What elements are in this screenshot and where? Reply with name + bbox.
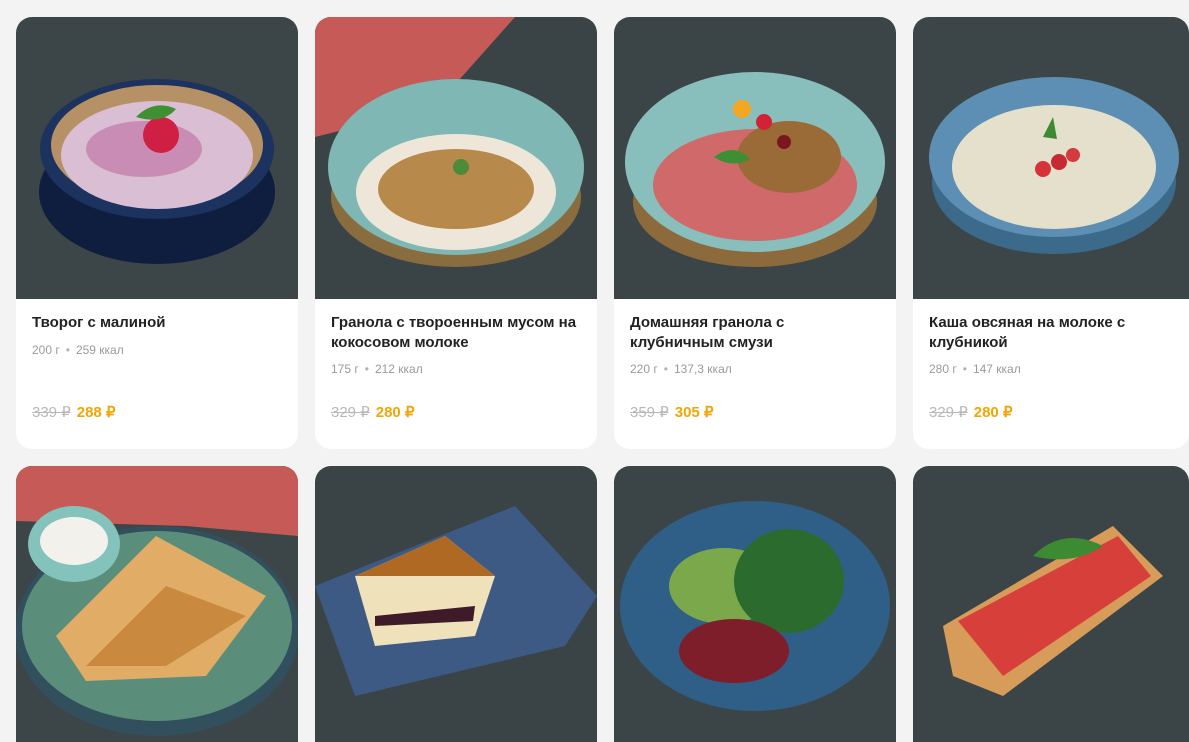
- product-card[interactable]: [315, 466, 597, 742]
- product-kcal: 259 ккал: [75, 343, 124, 357]
- product-kcal: 212 ккал: [374, 362, 423, 376]
- current-price: 280 ₽: [375, 404, 415, 421]
- product-card[interactable]: Гранола с твороенным мусом на кокосовом …: [315, 17, 597, 449]
- bruschetta-photo[interactable]: [913, 466, 1189, 742]
- product-title[interactable]: Домашняя гранола с клубничным смузи: [630, 313, 882, 353]
- current-price: 305 ₽: [674, 404, 714, 421]
- product-card[interactable]: [16, 466, 298, 742]
- granola-coconut-photo[interactable]: [315, 17, 597, 299]
- old-price: 329 ₽: [929, 404, 968, 421]
- old-price: 359 ₽: [630, 404, 669, 421]
- current-price: 288 ₽: [76, 404, 116, 421]
- product-card[interactable]: Творог с малиной 200 г • 259 ккал 339 ₽ 288…: [16, 17, 298, 449]
- casserole-photo[interactable]: [315, 466, 597, 742]
- product-weight: 220 г: [630, 362, 658, 376]
- separator-dot: •: [65, 343, 70, 357]
- product-meta: 175 г • 212 ккал: [331, 362, 423, 376]
- product-meta: 200 г • 259 ккал: [32, 343, 124, 357]
- oatmeal-strawberry-photo[interactable]: [913, 17, 1189, 299]
- product-meta: 280 г • 147 ккал: [929, 362, 1021, 376]
- product-weight: 280 г: [929, 362, 957, 376]
- separator-dot: •: [364, 362, 369, 376]
- product-card[interactable]: [614, 466, 896, 742]
- cottage-cheese-raspberry-photo[interactable]: [16, 17, 298, 299]
- product-price: 359 ₽ 305 ₽: [630, 403, 714, 421]
- old-price: 339 ₽: [32, 404, 71, 421]
- product-grid: Творог с малиной 200 г • 259 ккал 339 ₽ 288…: [0, 0, 1189, 742]
- pancakes-photo[interactable]: [16, 466, 298, 742]
- product-title[interactable]: Творог с малиной: [32, 313, 284, 333]
- separator-dot: •: [962, 362, 967, 376]
- salad-photo[interactable]: [614, 466, 896, 742]
- product-kcal: 147 ккал: [972, 362, 1021, 376]
- granola-smoothie-photo[interactable]: [614, 17, 896, 299]
- old-price: 329 ₽: [331, 404, 370, 421]
- product-title[interactable]: Гранола с твороенным мусом на кокосовом …: [331, 313, 583, 353]
- product-price: 329 ₽ 280 ₽: [331, 403, 415, 421]
- product-weight: 200 г: [32, 343, 60, 357]
- product-price: 339 ₽ 288 ₽: [32, 403, 116, 421]
- product-card[interactable]: Каша овсяная на молоке с клубникой 280 г…: [913, 17, 1189, 449]
- product-weight: 175 г: [331, 362, 359, 376]
- separator-dot: •: [663, 362, 668, 376]
- product-title[interactable]: Каша овсяная на молоке с клубникой: [929, 313, 1181, 353]
- current-price: 280 ₽: [973, 404, 1013, 421]
- product-card[interactable]: Домашняя гранола с клубничным смузи 220 …: [614, 17, 896, 449]
- product-card[interactable]: [913, 466, 1189, 742]
- product-meta: 220 г • 137,3 ккал: [630, 362, 732, 376]
- product-price: 329 ₽ 280 ₽: [929, 403, 1013, 421]
- product-kcal: 137,3 ккал: [673, 362, 732, 376]
